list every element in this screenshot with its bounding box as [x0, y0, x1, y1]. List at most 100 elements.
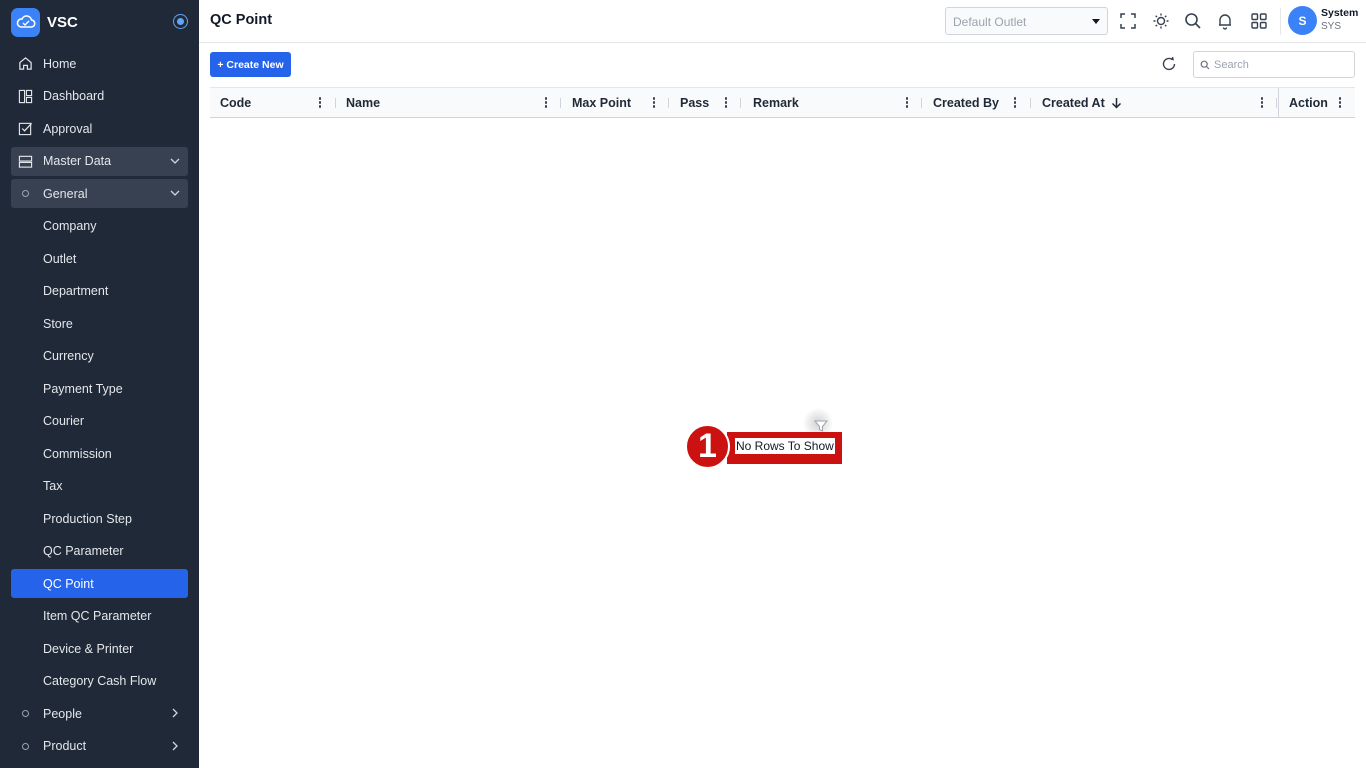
no-rows-message: No Rows To Show — [735, 438, 835, 454]
cloud-logo-icon — [11, 7, 40, 37]
sidebar-item-home[interactable]: Home — [11, 49, 188, 78]
sidebar-item-label: Outlet — [43, 251, 77, 266]
sidebar-item-label: Dashboard — [43, 89, 105, 103]
grid-body: No Rows To Show 1 — [210, 118, 1355, 768]
search-field[interactable] — [1193, 51, 1355, 78]
sidebar-item-label: QC Point — [43, 576, 94, 591]
apps-grid-icon[interactable] — [1250, 12, 1268, 30]
column-label: Code — [220, 96, 252, 110]
column-menu-icon[interactable] — [905, 97, 909, 109]
column-resize-handle[interactable] — [921, 98, 922, 108]
column-menu-icon[interactable] — [652, 97, 656, 109]
column-resize-handle[interactable] — [740, 98, 741, 108]
column-resize-handle[interactable] — [560, 98, 561, 108]
column-menu-icon[interactable] — [1260, 97, 1264, 109]
column-header-max-point[interactable]: Max Point — [572, 88, 652, 118]
sidebar-item-label: Tax — [43, 479, 63, 493]
sidebar-item-qc-point[interactable]: QC Point — [11, 569, 188, 598]
sidebar-item-label: Approval — [43, 121, 93, 136]
column-header-name[interactable]: Name — [346, 88, 556, 118]
sidebar-item-label: Device & Printer — [43, 641, 134, 656]
theme-sun-icon[interactable] — [1152, 12, 1170, 30]
sidebar-item-device-printer[interactable]: Device & Printer — [11, 634, 188, 663]
approval-icon — [18, 122, 33, 136]
sidebar-item-qc-parameter[interactable]: QC Parameter — [11, 537, 188, 566]
sidebar-item-approval[interactable]: Approval — [11, 114, 188, 143]
bell-icon[interactable] — [1216, 12, 1234, 30]
column-menu-icon[interactable] — [1338, 97, 1342, 109]
caret-down-icon — [1092, 19, 1100, 24]
pinned-column-divider — [1278, 88, 1279, 118]
sidebar-item-product[interactable]: Product — [11, 732, 188, 761]
sidebar-item-label: Home — [43, 56, 77, 71]
sort-descending-icon[interactable] — [1111, 97, 1122, 109]
sidebar-item-dashboard[interactable]: Dashboard — [11, 82, 188, 111]
column-header-pass[interactable]: Pass — [680, 88, 730, 118]
sidebar-item-outlet[interactable]: Outlet — [11, 244, 188, 273]
avatar[interactable]: S — [1288, 6, 1317, 35]
fullscreen-icon[interactable] — [1119, 12, 1137, 30]
column-menu-icon[interactable] — [318, 97, 322, 109]
bullet-icon — [22, 710, 29, 717]
column-menu-icon[interactable] — [724, 97, 728, 109]
column-label: Created At — [1042, 96, 1105, 110]
sidebar-item-company[interactable]: Company — [11, 212, 188, 241]
sidebar-item-store[interactable]: Store — [11, 309, 188, 338]
sidebar-item-label: Payment Type — [43, 381, 123, 396]
app-name: VSC — [47, 13, 78, 31]
column-header-created-at[interactable]: Created At — [1042, 88, 1142, 118]
sidebar-item-label: Production Step — [43, 511, 132, 526]
sidebar-item-label: Item QC Parameter — [43, 609, 152, 623]
sidebar-item-label: Commission — [43, 446, 112, 461]
column-header-created-by[interactable]: Created By — [933, 88, 1023, 118]
outlet-select[interactable]: Default Outlet — [945, 7, 1108, 35]
refresh-icon[interactable] — [1161, 56, 1177, 72]
sidebar-item-department[interactable]: Department — [11, 277, 188, 306]
chevron-down-icon — [170, 158, 180, 164]
user-code: SYS — [1321, 21, 1342, 32]
column-menu-icon[interactable] — [544, 97, 548, 109]
sidebar-item-commission[interactable]: Commission — [11, 439, 188, 468]
sidebar-item-label: General — [43, 186, 88, 201]
sidebar-item-master-data[interactable]: Master Data — [11, 146, 188, 176]
annotation-marker-badge: 1 — [685, 424, 730, 469]
column-menu-icon[interactable] — [1013, 97, 1017, 109]
sidebar-item-label: Product — [43, 739, 87, 753]
page-title: QC Point — [210, 12, 273, 28]
sidebar-item-category-cash-flow[interactable]: Category Cash Flow — [11, 667, 188, 696]
sidebar-item-people[interactable]: People — [11, 699, 188, 728]
sidebar-item-payment-type[interactable]: Payment Type — [11, 374, 188, 403]
column-resize-handle[interactable] — [335, 98, 336, 108]
sidebar-nav: Home Dashboard Approval Master Data Gene… — [11, 49, 188, 764]
dashboard-icon — [18, 89, 33, 103]
sidebar-item-item-qc-parameter[interactable]: Item QC Parameter — [11, 602, 188, 631]
sidebar-item-general[interactable]: General — [11, 179, 188, 208]
sidebar-toggle-button[interactable] — [173, 14, 188, 29]
search-input[interactable] — [1214, 57, 1349, 73]
sidebar-item-label: Company — [43, 219, 97, 233]
home-icon — [19, 57, 32, 70]
sidebar-item-label: QC Parameter — [43, 544, 124, 558]
user-name: System — [1321, 7, 1359, 19]
create-new-button[interactable]: + Create New — [210, 52, 291, 77]
column-resize-handle[interactable] — [1030, 98, 1031, 108]
chevron-right-icon — [172, 741, 178, 750]
column-resize-handle[interactable] — [1276, 98, 1277, 108]
chevron-right-icon — [172, 708, 178, 718]
search-icon[interactable] — [1184, 12, 1202, 30]
sidebar-item-label: Category Cash Flow — [43, 674, 157, 688]
column-resize-handle[interactable] — [668, 98, 669, 108]
column-label: Pass — [680, 96, 710, 110]
column-header-remark[interactable]: Remark — [753, 88, 903, 118]
sidebar-item-label: Courier — [43, 414, 84, 428]
sidebar-item-production-step[interactable]: Production Step — [11, 504, 188, 533]
column-label: Max Point — [572, 96, 632, 110]
column-label: Name — [346, 96, 381, 110]
bullet-icon — [22, 190, 29, 197]
master-data-icon — [18, 155, 33, 168]
sidebar-item-currency[interactable]: Currency — [11, 342, 188, 371]
sidebar-item-tax[interactable]: Tax — [11, 472, 188, 501]
sidebar-item-label: Store — [43, 316, 73, 331]
sidebar-item-courier[interactable]: Courier — [11, 407, 188, 436]
outlet-select-placeholder: Default Outlet — [953, 15, 1027, 29]
